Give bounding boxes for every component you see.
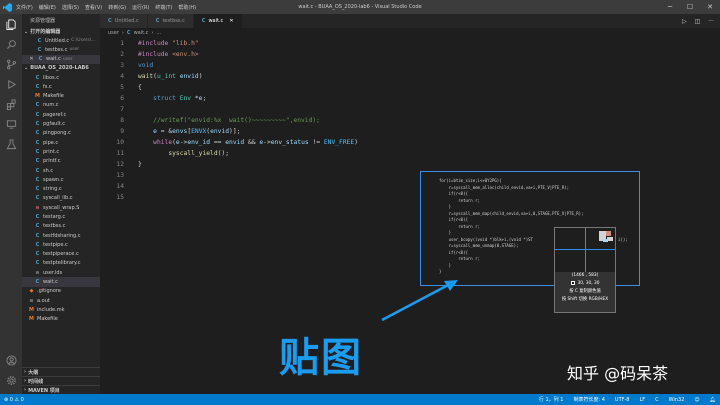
- feedback-icon[interactable]: ☺: [694, 397, 699, 403]
- cursor-position[interactable]: 行 1，列 1: [539, 396, 564, 403]
- line-endings[interactable]: LF: [639, 397, 645, 403]
- indentation[interactable]: 制表符长度: 4: [573, 396, 604, 403]
- platform[interactable]: Win32: [669, 397, 685, 403]
- notifications-bell-icon[interactable]: 🔔︎: [710, 397, 716, 403]
- watermark-text: 知乎 @码呆茶: [567, 364, 669, 383]
- encoding[interactable]: UTF-8: [615, 397, 630, 403]
- status-bar: ⊗ 0 ⚠ 0 行 1，列 1 制表符长度: 4 UTF-8 LF C Win3…: [0, 394, 720, 405]
- language-mode[interactable]: C: [655, 397, 659, 403]
- problems-indicator[interactable]: ⊗ 0 ⚠ 0: [4, 397, 24, 403]
- annotation-label: 贴图: [279, 335, 363, 381]
